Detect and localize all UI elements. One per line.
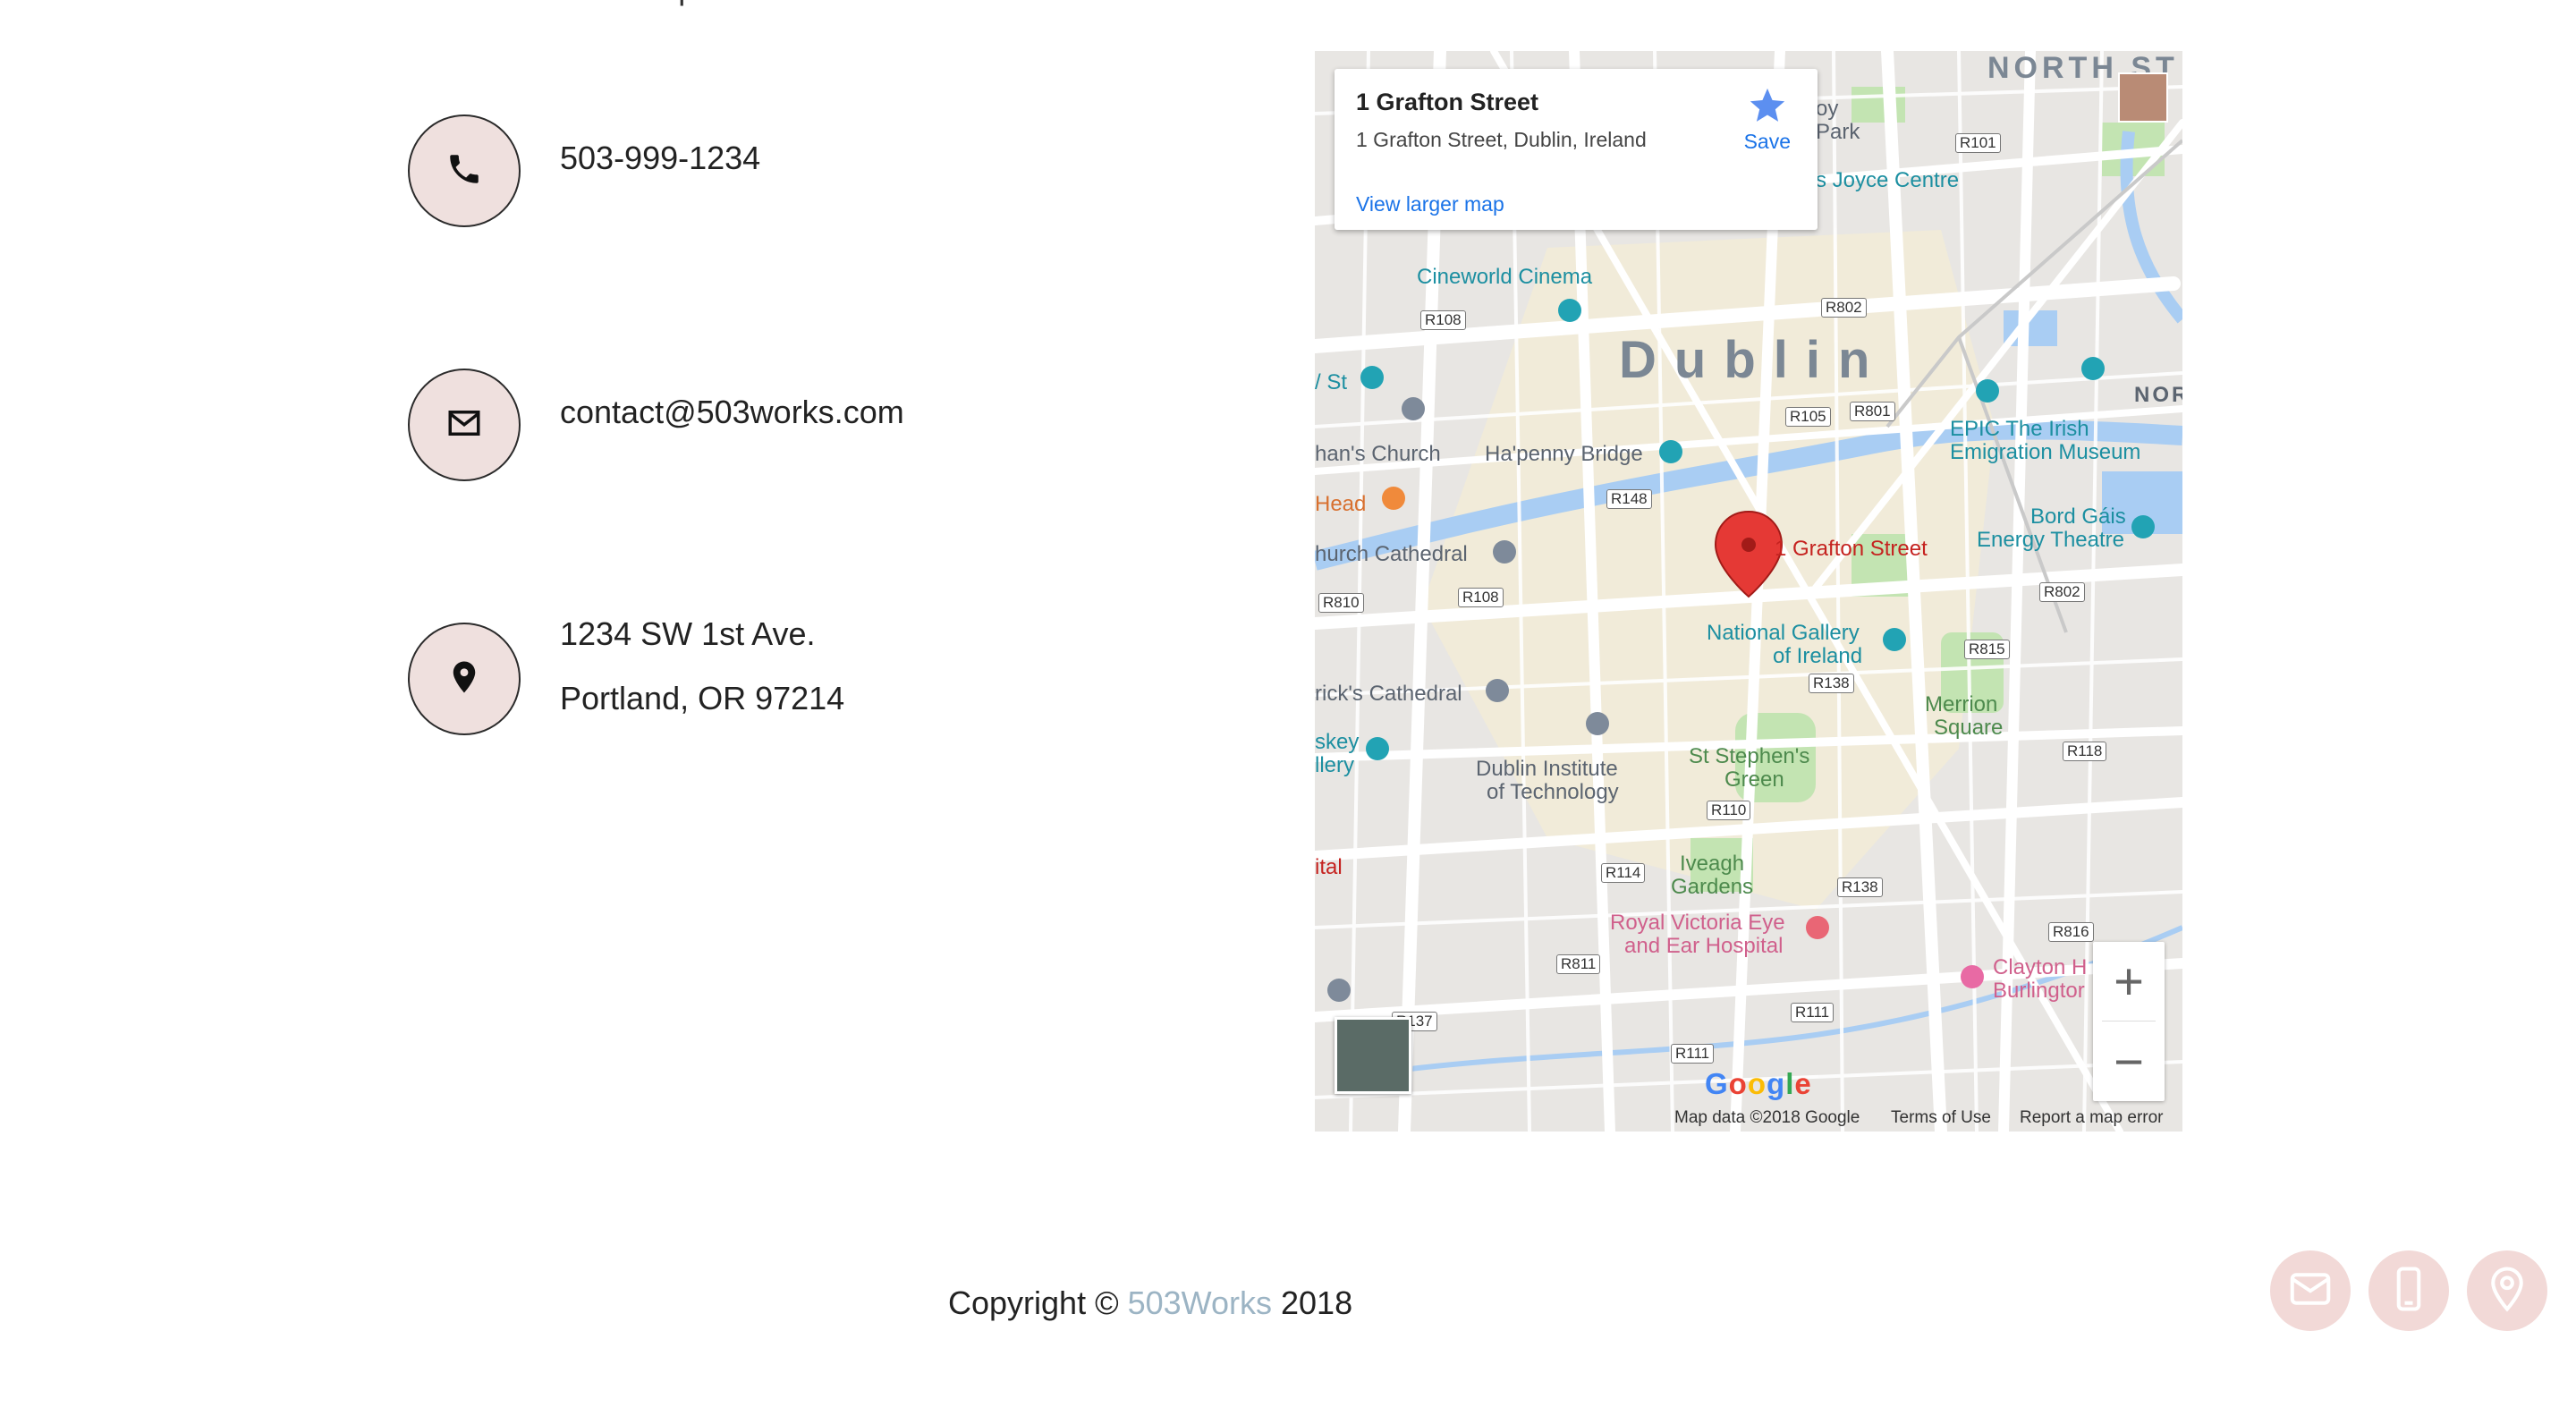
mail-icon-circle	[408, 369, 521, 481]
save-label: Save	[1743, 130, 1791, 153]
email-address[interactable]: contact@503works.com	[560, 394, 904, 431]
map-label-joyce: s Joyce Centre	[1816, 168, 1960, 192]
phone-icon	[445, 150, 483, 192]
road-shield: R802	[1821, 298, 1867, 318]
contact-intro-text: Interested? Have a question? Let us know…	[386, 0, 995, 7]
map-label-hapenny: Ha'penny Bridge	[1485, 442, 1643, 466]
report-map-error-link[interactable]: Report a map error	[2020, 1108, 2164, 1128]
avatar[interactable]	[2118, 72, 2168, 123]
phone-number[interactable]: 503-999-1234	[560, 140, 760, 177]
map-label-dit-1: Dublin Institute	[1476, 757, 1618, 781]
road-shield: R802	[2039, 582, 2085, 602]
map-label-merrion-1: Merrion	[1925, 692, 1998, 716]
map-label-patrick: rick's Cathedral	[1315, 682, 1462, 706]
road-shield: R148	[1606, 489, 1652, 509]
zoom-in-button[interactable]: +	[2093, 942, 2165, 1021]
map-label-stephens-2: Green	[1724, 767, 1784, 792]
google-logo: Google	[1705, 1067, 1812, 1100]
road-shield: R118	[2063, 742, 2107, 761]
road-shield: R811	[1556, 954, 1601, 974]
map-label-merrion-2: Square	[1934, 716, 2004, 740]
map-data-attribution: Map data ©2018 Google	[1674, 1108, 1860, 1127]
mail-icon	[2286, 1265, 2334, 1318]
map-label-iveagh-2: Gardens	[1671, 875, 1754, 899]
map-label-park: Park	[1816, 120, 1860, 144]
road-shield: R110	[1707, 801, 1751, 820]
satellite-toggle[interactable]	[1335, 1017, 1411, 1094]
map-label-iveagh-1: Iveagh	[1680, 852, 1745, 876]
location-pin-icon	[2483, 1265, 2531, 1318]
brand-link[interactable]: 503Works	[1128, 1284, 1272, 1321]
map-label-head: Head	[1315, 492, 1367, 516]
zoom-out-button[interactable]: −	[2093, 1022, 2165, 1101]
map-label-royal-2: and Ear Hospital	[1624, 934, 1784, 958]
fab-location-button[interactable]	[2467, 1250, 2547, 1331]
map-info-card: 1 Grafton Street 1 Grafton Street, Dubli…	[1335, 69, 1818, 230]
map-label-cineworld: Cineworld Cinema	[1417, 265, 1593, 289]
road-shield: R111	[1671, 1044, 1715, 1064]
map-label-ital: ital	[1315, 855, 1343, 879]
location-pin-icon	[445, 658, 483, 700]
map-label-kelly-2: llery	[1315, 753, 1355, 777]
terms-of-use-link[interactable]: Terms of Use	[1891, 1108, 1991, 1128]
map-label-royal-1: Royal Victoria Eye	[1610, 911, 1785, 935]
road-shield: R111	[1791, 1003, 1835, 1022]
map-label-han: han's Church	[1315, 442, 1441, 466]
place-title: 1 Grafton Street	[1356, 89, 1539, 115]
map-label-vst: / St	[1315, 370, 1348, 394]
map-pin-label: 1 Grafton Street	[1775, 537, 1928, 561]
save-place-button[interactable]: Save	[1744, 85, 1791, 154]
minus-icon: −	[2114, 1032, 2144, 1091]
road-shield: R101	[1955, 133, 2001, 153]
road-shield: R138	[1837, 877, 1883, 897]
map-label-bord-2: Energy Theatre	[1977, 528, 2124, 552]
copyright-prefix: Copyright ©	[948, 1284, 1128, 1321]
map-label-clayton-1: Clayton H	[1993, 955, 2088, 979]
phone-icon-circle	[408, 114, 521, 227]
map-label-oy: oy	[1816, 97, 1839, 121]
road-shield: R810	[1318, 593, 1364, 613]
road-shield: R108	[1420, 310, 1466, 330]
map-attribution-bar: Map data ©2018 Google Terms of Use Repor…	[1315, 1103, 2182, 1132]
map-label-kelly-1: skey	[1315, 730, 1360, 754]
map-label-gallery-2: of Ireland	[1773, 644, 1863, 668]
address-line-1: 1234 SW 1st Ave.	[560, 615, 816, 652]
fab-phone-button[interactable]	[2368, 1250, 2449, 1331]
map-label-dit-2: of Technology	[1487, 780, 1619, 804]
mobile-phone-icon	[2385, 1265, 2433, 1318]
map-label-nort: NORT	[2134, 383, 2182, 407]
map-label-church: hurch Cathedral	[1315, 542, 1468, 566]
plus-icon: +	[2114, 952, 2144, 1011]
copyright: Copyright © 503Works 2018	[948, 1284, 1352, 1322]
map-label-gallery-1: National Gallery	[1707, 621, 1860, 645]
map-label-epic-1: EPIC The Irish	[1950, 417, 2089, 441]
map-label-stephens-1: St Stephen's	[1689, 744, 1810, 768]
road-shield: R801	[1850, 402, 1895, 421]
road-shield: R816	[2048, 922, 2094, 942]
map-city-label: Dublin	[1619, 331, 1888, 389]
road-shield: R815	[1964, 640, 2010, 659]
star-icon	[1744, 85, 1791, 126]
road-shield: R138	[1809, 674, 1854, 693]
mail-icon	[445, 404, 483, 446]
view-larger-map-link[interactable]: View larger map	[1356, 192, 1504, 216]
road-shield: R108	[1458, 588, 1504, 607]
map-zoom-controls: + −	[2093, 942, 2165, 1101]
location-icon-circle	[408, 623, 521, 735]
map-label-epic-2: Emigration Museum	[1950, 440, 2141, 464]
road-shield: R114	[1601, 863, 1646, 883]
copyright-year: 2018	[1272, 1284, 1353, 1321]
fab-email-button[interactable]	[2270, 1250, 2351, 1331]
map-label-clayton-2: Burlingtor	[1993, 979, 2085, 1003]
address-line-2: Portland, OR 97214	[560, 680, 845, 716]
embedded-map[interactable]: NORTH ST Dublin Cineworld Cinema Ha'penn…	[1315, 51, 2182, 1132]
map-label-bord-1: Bord Gáis	[2030, 504, 2126, 529]
place-address: 1 Grafton Street, Dublin, Ireland	[1356, 128, 1647, 151]
road-shield: R105	[1785, 407, 1831, 427]
